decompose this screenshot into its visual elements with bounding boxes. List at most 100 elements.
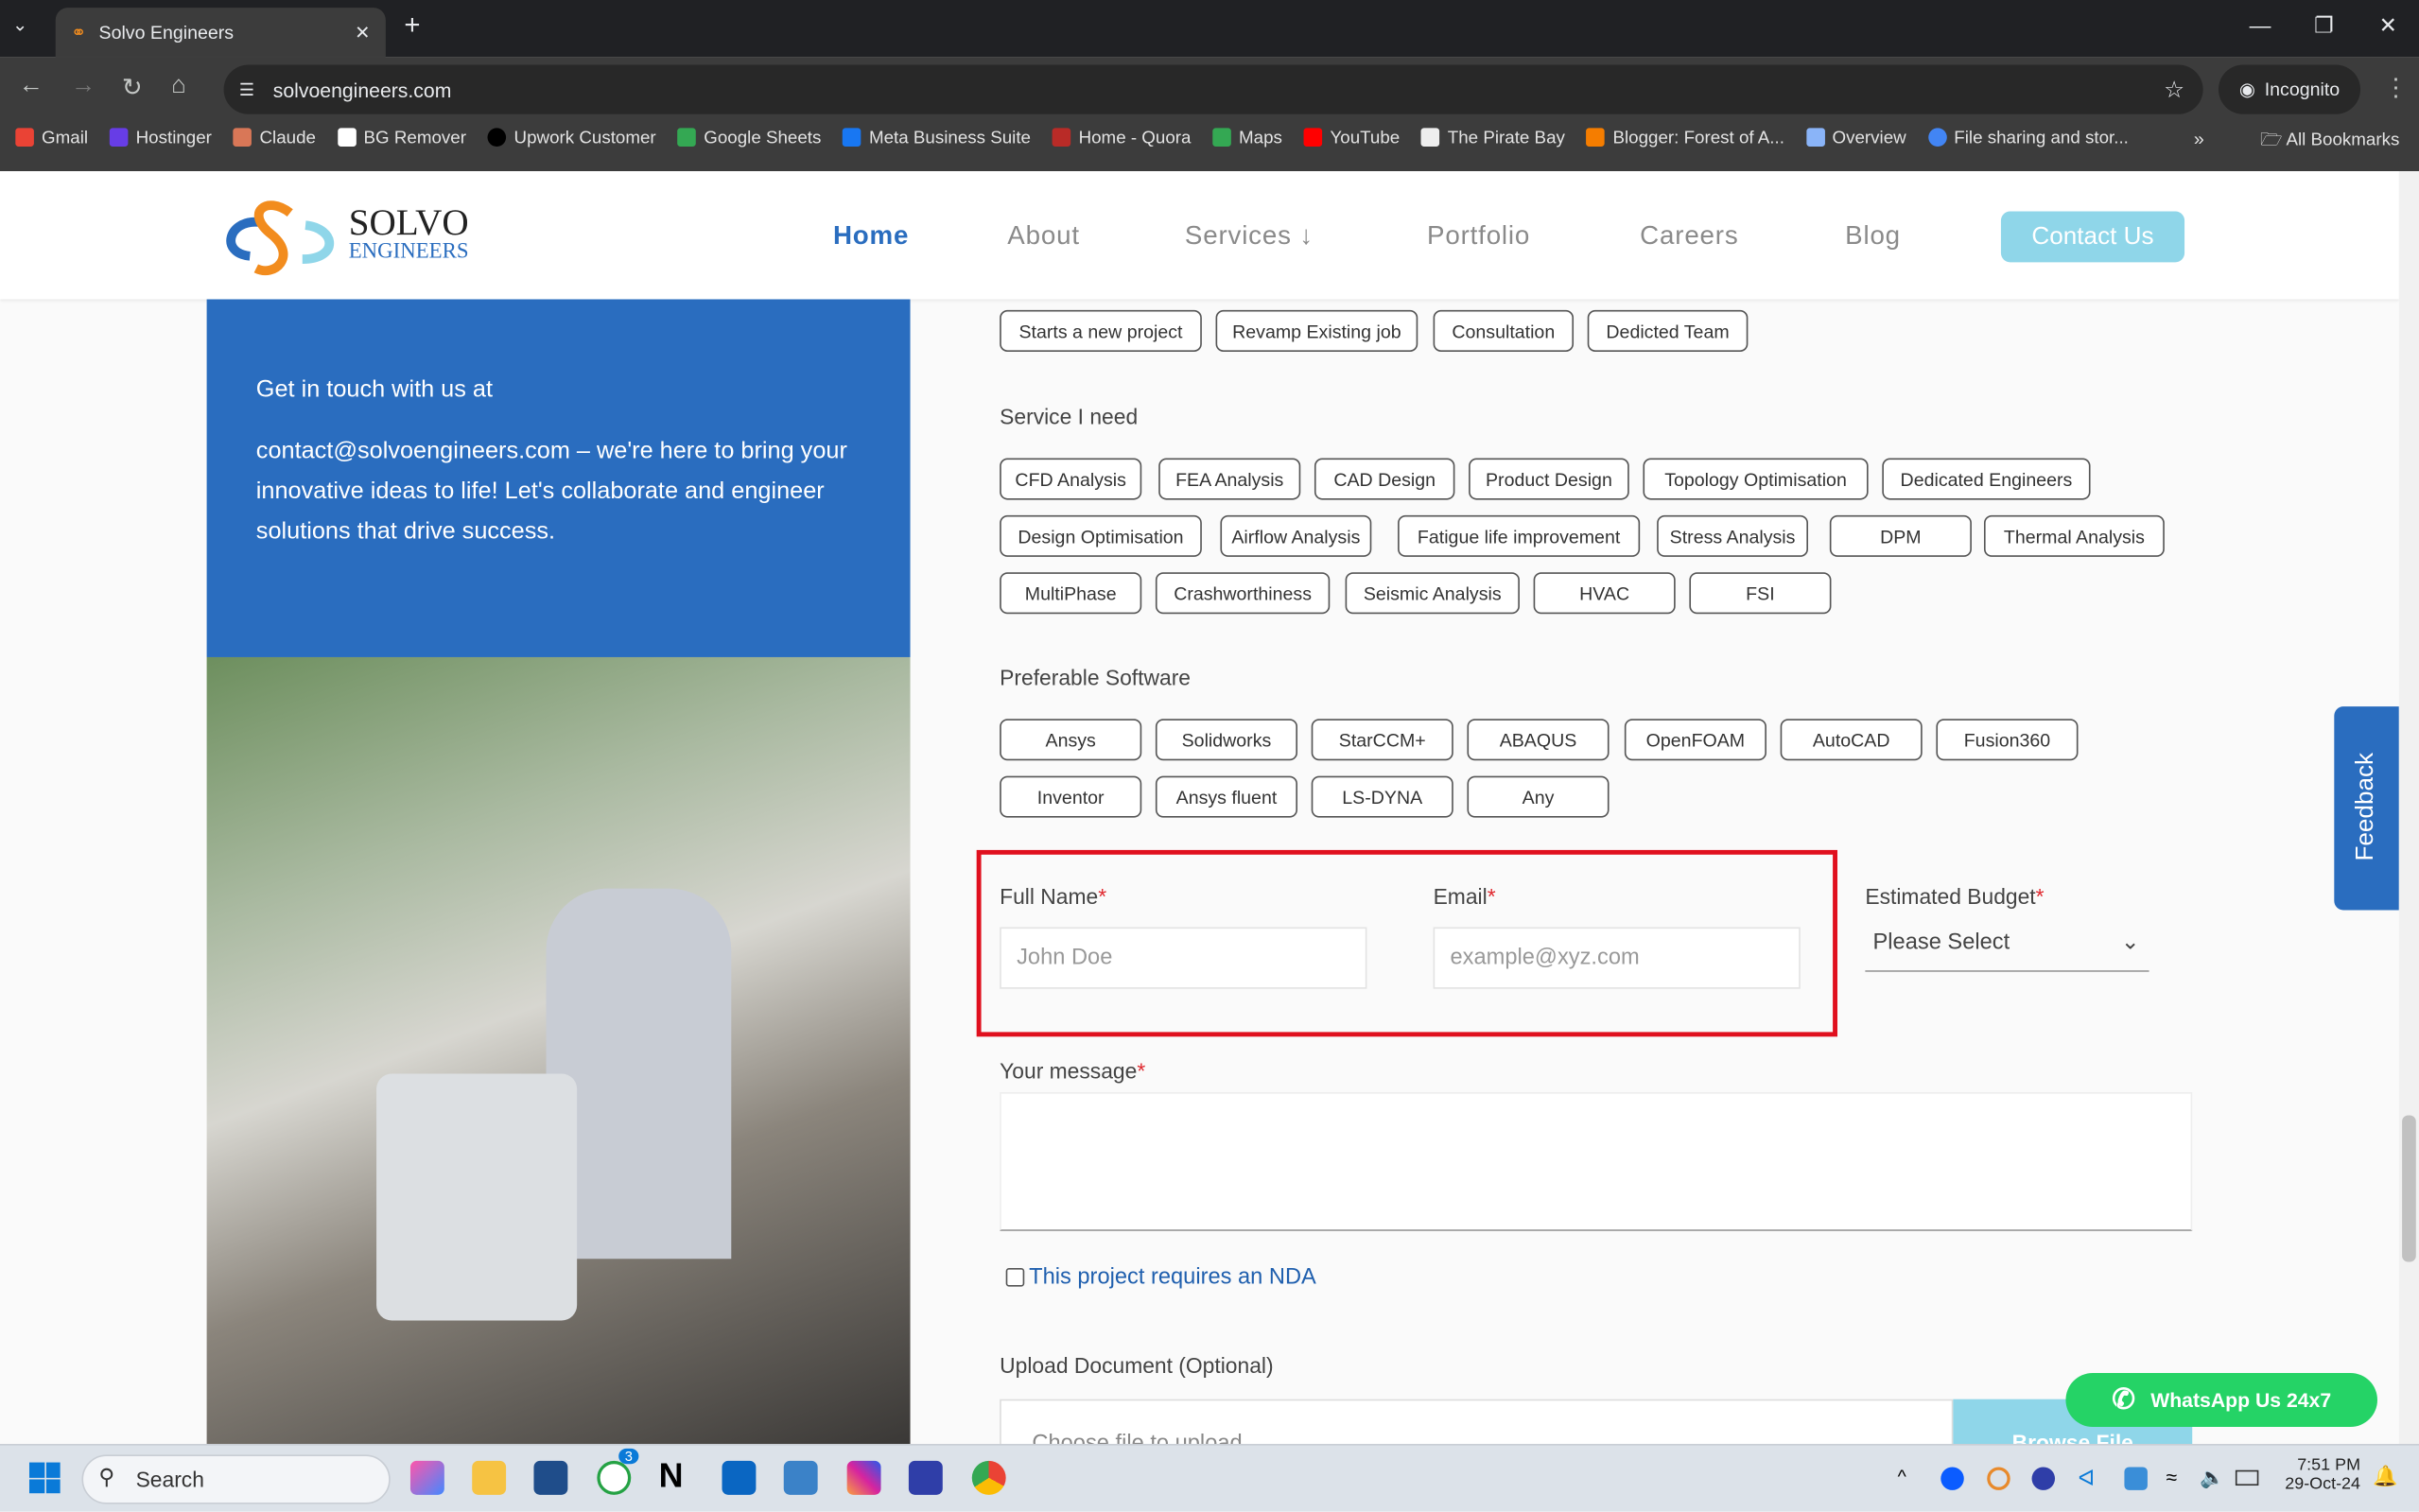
more-bookmarks-icon[interactable]: »: [2194, 128, 2204, 149]
option-chip[interactable]: Stress Analysis: [1657, 514, 1809, 557]
option-chip[interactable]: Airflow Analysis: [1220, 514, 1372, 557]
whatsapp-app-icon[interactable]: 3: [597, 1448, 639, 1495]
option-chip[interactable]: Seismic Analysis: [1345, 572, 1520, 615]
option-chip[interactable]: Topology Optimisation: [1643, 458, 1869, 500]
nav-blog[interactable]: Blog: [1845, 220, 1901, 252]
nav-services[interactable]: Services ↓: [1185, 220, 1314, 252]
option-chip[interactable]: OpenFOAM: [1624, 719, 1766, 761]
option-chip[interactable]: Revamp Existing job: [1215, 309, 1418, 352]
feedback-tab[interactable]: Feedback: [2334, 706, 2399, 911]
new-tab-button[interactable]: +: [404, 9, 420, 42]
battery-icon[interactable]: [2235, 1469, 2259, 1486]
forward-icon[interactable]: →: [71, 73, 96, 100]
bookmark[interactable]: Claude: [233, 128, 316, 148]
bookmark[interactable]: Google Sheets: [677, 128, 821, 148]
notion-icon[interactable]: N: [659, 1456, 693, 1495]
close-window-button[interactable]: ✕: [2379, 12, 2397, 39]
option-chip[interactable]: DPM: [1829, 514, 1972, 557]
instagram-icon[interactable]: [846, 1460, 881, 1495]
bookmark[interactable]: Upwork Customer: [487, 128, 656, 148]
option-chip[interactable]: CFD Analysis: [1000, 458, 1142, 500]
bookmark[interactable]: The Pirate Bay: [1421, 128, 1565, 148]
wifi-icon[interactable]: ≈: [2166, 1466, 2177, 1488]
incognito-badge[interactable]: ◉ Incognito: [2218, 64, 2361, 114]
nav-home[interactable]: Home: [833, 220, 909, 252]
back-icon[interactable]: ←: [19, 73, 44, 100]
nav-careers[interactable]: Careers: [1640, 220, 1738, 252]
taskbar-search[interactable]: ⚲ Search: [81, 1454, 391, 1504]
linkedin-icon[interactable]: [722, 1460, 757, 1495]
bookmark-star-icon[interactable]: ☆: [2164, 76, 2184, 104]
budget-select[interactable]: Please Select ⌄: [1865, 930, 2149, 972]
option-chip[interactable]: MultiPhase: [1000, 572, 1142, 615]
option-chip[interactable]: Ansys: [1000, 719, 1142, 761]
option-chip[interactable]: FSI: [1689, 572, 1832, 615]
restore-button[interactable]: ❐: [2314, 12, 2333, 39]
scrollbar[interactable]: [2398, 171, 2419, 1444]
contact-us-button[interactable]: Contact Us: [2000, 211, 2185, 263]
option-chip[interactable]: Any: [1467, 775, 1610, 818]
option-chip[interactable]: AutoCAD: [1780, 719, 1923, 761]
chrome-icon[interactable]: [971, 1460, 1006, 1495]
menu-icon[interactable]: ⋮: [2384, 73, 2409, 104]
option-chip[interactable]: FEA Analysis: [1158, 458, 1301, 500]
option-chip[interactable]: Inventor: [1000, 775, 1142, 818]
full-name-input[interactable]: John Doe: [1000, 927, 1367, 989]
tray-icon[interactable]: [1987, 1467, 2010, 1490]
security-icon[interactable]: [2124, 1467, 2148, 1490]
windows-start-icon[interactable]: [28, 1462, 61, 1494]
option-chip[interactable]: ABAQUS: [1467, 719, 1610, 761]
browser-tab[interactable]: ⚭ Solvo Engineers ✕: [55, 8, 386, 58]
minimize-button[interactable]: —: [2250, 12, 2271, 37]
nda-label[interactable]: This project requires an NDA: [1029, 1265, 1316, 1290]
nda-checkbox[interactable]: [1005, 1268, 1025, 1287]
home-icon[interactable]: ⌂: [171, 73, 186, 100]
bluetooth-icon[interactable]: ᐊ: [2078, 1466, 2095, 1492]
bookmark[interactable]: Meta Business Suite: [843, 128, 1031, 148]
file-explorer-icon[interactable]: [472, 1460, 507, 1495]
option-chip[interactable]: Ansys fluent: [1155, 775, 1298, 818]
option-chip[interactable]: Fusion360: [1936, 719, 2079, 761]
all-bookmarks[interactable]: 🗁 All Bookmarks: [2260, 128, 2399, 157]
app-l-icon[interactable]: [908, 1460, 943, 1495]
site-logo[interactable]: SOLVO ENGINEERS: [213, 191, 491, 281]
notification-bell-icon[interactable]: 🔔: [2373, 1464, 2397, 1488]
zoom-tray-icon[interactable]: [1940, 1467, 1964, 1490]
close-tab-icon[interactable]: ✕: [355, 22, 370, 43]
address-bar[interactable]: ☰ solvoengineers.com ☆: [223, 64, 2203, 114]
option-chip[interactable]: Crashworthiness: [1155, 572, 1331, 615]
option-chip[interactable]: CAD Design: [1314, 458, 1455, 500]
option-chip[interactable]: Starts a new project: [1000, 309, 1202, 352]
option-chip[interactable]: Thermal Analysis: [1983, 514, 2165, 557]
bookmark[interactable]: Gmail: [15, 128, 88, 148]
bookmark[interactable]: Overview: [1805, 128, 1906, 148]
option-chip[interactable]: Dedicated Engineers: [1882, 458, 2091, 500]
option-chip[interactable]: HVAC: [1533, 572, 1676, 615]
bookmark[interactable]: Hostinger: [109, 128, 212, 148]
store-icon[interactable]: [533, 1460, 568, 1495]
option-chip[interactable]: Product Design: [1469, 458, 1629, 500]
bookmark[interactable]: BG Remover: [337, 128, 466, 148]
option-chip[interactable]: StarCCM+: [1311, 719, 1453, 761]
nav-about[interactable]: About: [1007, 220, 1080, 252]
email-input[interactable]: example@xyz.com: [1433, 927, 1801, 989]
clock[interactable]: 7:51 PM 29-Oct-24: [2280, 1456, 2360, 1493]
tab-search-button[interactable]: ⌄: [12, 14, 27, 36]
site-info-icon[interactable]: ☰: [239, 79, 254, 100]
bookmark[interactable]: YouTube: [1303, 128, 1400, 148]
copilot-icon[interactable]: [409, 1460, 444, 1495]
option-chip[interactable]: LS-DYNA: [1311, 775, 1453, 818]
tray-icon[interactable]: [2031, 1467, 2056, 1490]
volume-icon[interactable]: 🔈: [2200, 1466, 2224, 1490]
scrollbar-thumb[interactable]: [2402, 1115, 2416, 1262]
bookmark[interactable]: Home - Quora: [1052, 128, 1191, 148]
bookmark[interactable]: Blogger: Forest of A...: [1586, 128, 1784, 148]
nav-portfolio[interactable]: Portfolio: [1427, 220, 1530, 252]
option-chip[interactable]: Fatigue life improvement: [1398, 514, 1641, 557]
option-chip[interactable]: Solidworks: [1155, 719, 1298, 761]
option-chip[interactable]: Design Optimisation: [1000, 514, 1202, 557]
option-chip[interactable]: Dedicted Team: [1587, 309, 1749, 352]
option-chip[interactable]: Consultation: [1433, 309, 1575, 352]
bookmark[interactable]: Maps: [1212, 128, 1282, 148]
reload-icon[interactable]: ↻: [122, 73, 143, 104]
